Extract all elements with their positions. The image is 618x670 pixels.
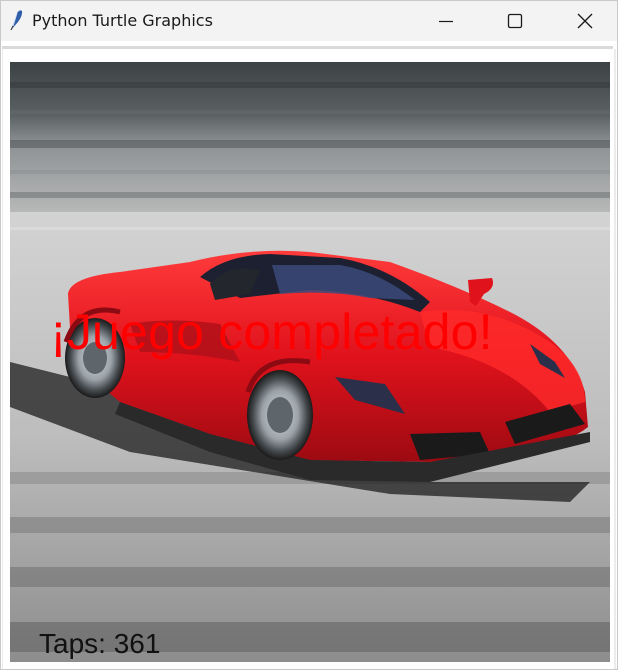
maximize-button[interactable] <box>492 1 538 41</box>
window-title: Python Turtle Graphics <box>32 11 213 30</box>
minimize-button[interactable] <box>423 1 469 41</box>
turtle-window: Python Turtle Graphics ¡Juego completado… <box>0 0 618 670</box>
close-button[interactable] <box>562 1 608 41</box>
feather-icon <box>8 9 24 31</box>
taps-counter: Taps: 361 <box>39 628 161 659</box>
maximize-icon <box>507 13 523 29</box>
game-complete-message: ¡Juego completado! <box>50 304 493 360</box>
close-icon <box>577 13 593 29</box>
minimize-icon <box>439 20 453 23</box>
turtle-canvas[interactable]: ¡Juego completado! Taps: 361 <box>10 62 610 662</box>
title-bar[interactable]: Python Turtle Graphics <box>1 1 617 41</box>
car-background-image <box>10 62 610 662</box>
